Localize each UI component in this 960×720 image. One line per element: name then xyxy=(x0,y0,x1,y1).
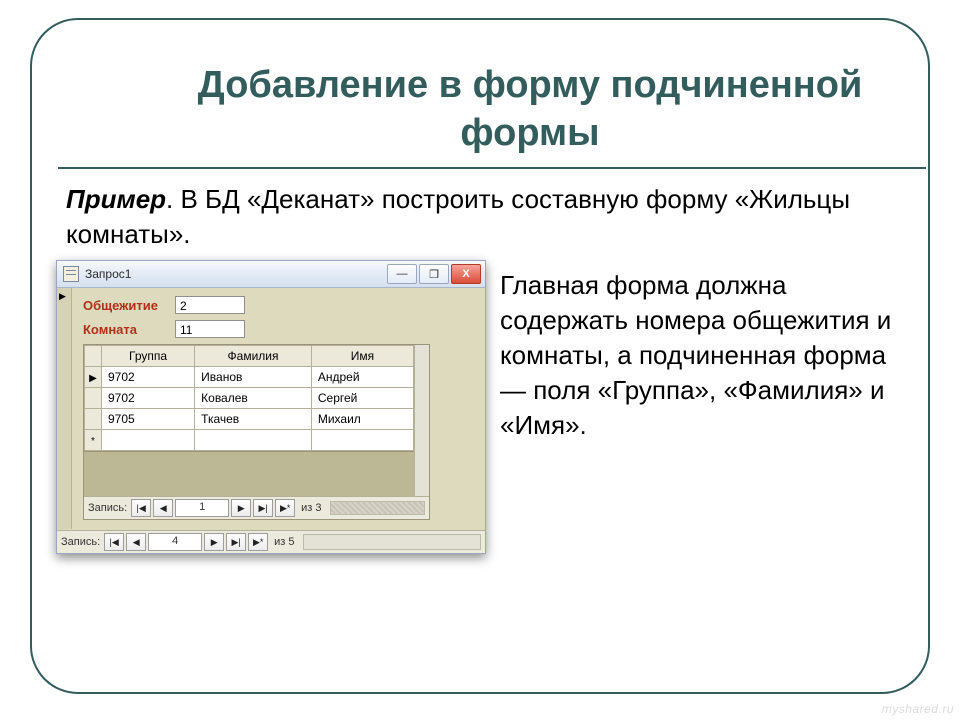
nav-first-button[interactable]: |◀ xyxy=(131,499,151,517)
cell[interactable]: 9702 xyxy=(102,388,195,409)
nav-record-input[interactable]: 1 xyxy=(175,499,229,517)
cell[interactable]: 9702 xyxy=(102,367,195,388)
room-input[interactable]: 11 xyxy=(175,320,245,338)
nav-of-label: из 5 xyxy=(274,536,294,548)
cell[interactable]: 9705 xyxy=(102,409,195,430)
row-selector[interactable] xyxy=(85,409,102,430)
table-row[interactable]: ▶ 9702 Иванов Андрей xyxy=(85,367,414,388)
close-button[interactable]: X xyxy=(451,264,481,284)
nav-new-button[interactable]: ▶* xyxy=(248,533,268,551)
col-header-name[interactable]: Имя xyxy=(311,346,413,367)
cell[interactable] xyxy=(102,430,195,451)
nav-prev-button[interactable]: ◀ xyxy=(153,499,173,517)
window-title: Запрос1 xyxy=(85,267,387,281)
nav-label: Запись: xyxy=(88,502,127,514)
row-selector-header xyxy=(85,346,102,367)
minimize-button[interactable]: — xyxy=(387,264,417,284)
dorm-label: Общежитие xyxy=(83,298,175,313)
field-row-dorm: Общежитие 2 xyxy=(83,296,473,314)
room-label: Комната xyxy=(83,322,175,337)
record-selector[interactable] xyxy=(57,288,72,529)
watermark: myshared.ru xyxy=(882,702,954,716)
cell[interactable]: Сергей xyxy=(311,388,413,409)
nav-record-input[interactable]: 4 xyxy=(148,533,202,551)
access-window: Запрос1 — ❐ X Общежитие 2 Комната 11 xyxy=(56,260,486,554)
nav-next-button[interactable]: ▶ xyxy=(231,499,251,517)
form-hscroll[interactable] xyxy=(303,534,481,550)
datasheet[interactable]: Группа Фамилия Имя ▶ 9702 Иванов xyxy=(84,345,414,451)
subform: Группа Фамилия Имя ▶ 9702 Иванов xyxy=(83,344,430,520)
row-selector[interactable]: ▶ xyxy=(85,367,102,388)
col-header-surname[interactable]: Фамилия xyxy=(195,346,312,367)
form-icon xyxy=(63,266,79,282)
nav-next-button[interactable]: ▶ xyxy=(204,533,224,551)
example-label: Пример xyxy=(66,184,166,214)
cell[interactable]: Михаил xyxy=(311,409,413,430)
nav-last-button[interactable]: ▶| xyxy=(226,533,246,551)
slide-title: Добавление в форму подчиненной формы xyxy=(180,62,880,157)
cell[interactable]: Андрей xyxy=(311,367,413,388)
table-row[interactable]: 9705 Ткачев Михаил xyxy=(85,409,414,430)
cell[interactable] xyxy=(311,430,413,451)
dorm-input[interactable]: 2 xyxy=(175,296,245,314)
subform-vscroll[interactable] xyxy=(414,345,429,496)
divider xyxy=(58,167,926,169)
nav-of-label: из 3 xyxy=(301,502,321,514)
example-body: . В БД «Деканат» построить составную фор… xyxy=(66,184,850,249)
row-selector-new[interactable]: * xyxy=(85,430,102,451)
col-header-group[interactable]: Группа xyxy=(102,346,195,367)
cell[interactable]: Иванов xyxy=(195,367,312,388)
cell[interactable] xyxy=(195,430,312,451)
description-text: Главная форма должна содержать номера об… xyxy=(500,268,918,443)
table-row[interactable]: 9702 Ковалев Сергей xyxy=(85,388,414,409)
form-navbar: Запись: |◀ ◀ 4 ▶ ▶| ▶* из 5 xyxy=(57,530,485,553)
nav-last-button[interactable]: ▶| xyxy=(253,499,273,517)
field-row-room: Комната 11 xyxy=(83,320,473,338)
form-body: Общежитие 2 Комната 11 Группа xyxy=(57,288,485,553)
nav-first-button[interactable]: |◀ xyxy=(104,533,124,551)
subform-hscroll[interactable] xyxy=(330,501,425,515)
example-text: Пример. В БД «Деканат» построить составн… xyxy=(66,182,886,252)
subform-empty-area xyxy=(84,451,414,496)
row-selector[interactable] xyxy=(85,388,102,409)
cell[interactable]: Ковалев xyxy=(195,388,312,409)
nav-prev-button[interactable]: ◀ xyxy=(126,533,146,551)
maximize-button[interactable]: ❐ xyxy=(419,264,449,284)
table-row-new[interactable]: * xyxy=(85,430,414,451)
nav-new-button[interactable]: ▶* xyxy=(275,499,295,517)
cell[interactable]: Ткачев xyxy=(195,409,312,430)
nav-label: Запись: xyxy=(61,536,100,548)
window-titlebar[interactable]: Запрос1 — ❐ X xyxy=(57,261,485,288)
subform-navbar: Запись: |◀ ◀ 1 ▶ ▶| ▶* из 3 xyxy=(84,496,429,519)
